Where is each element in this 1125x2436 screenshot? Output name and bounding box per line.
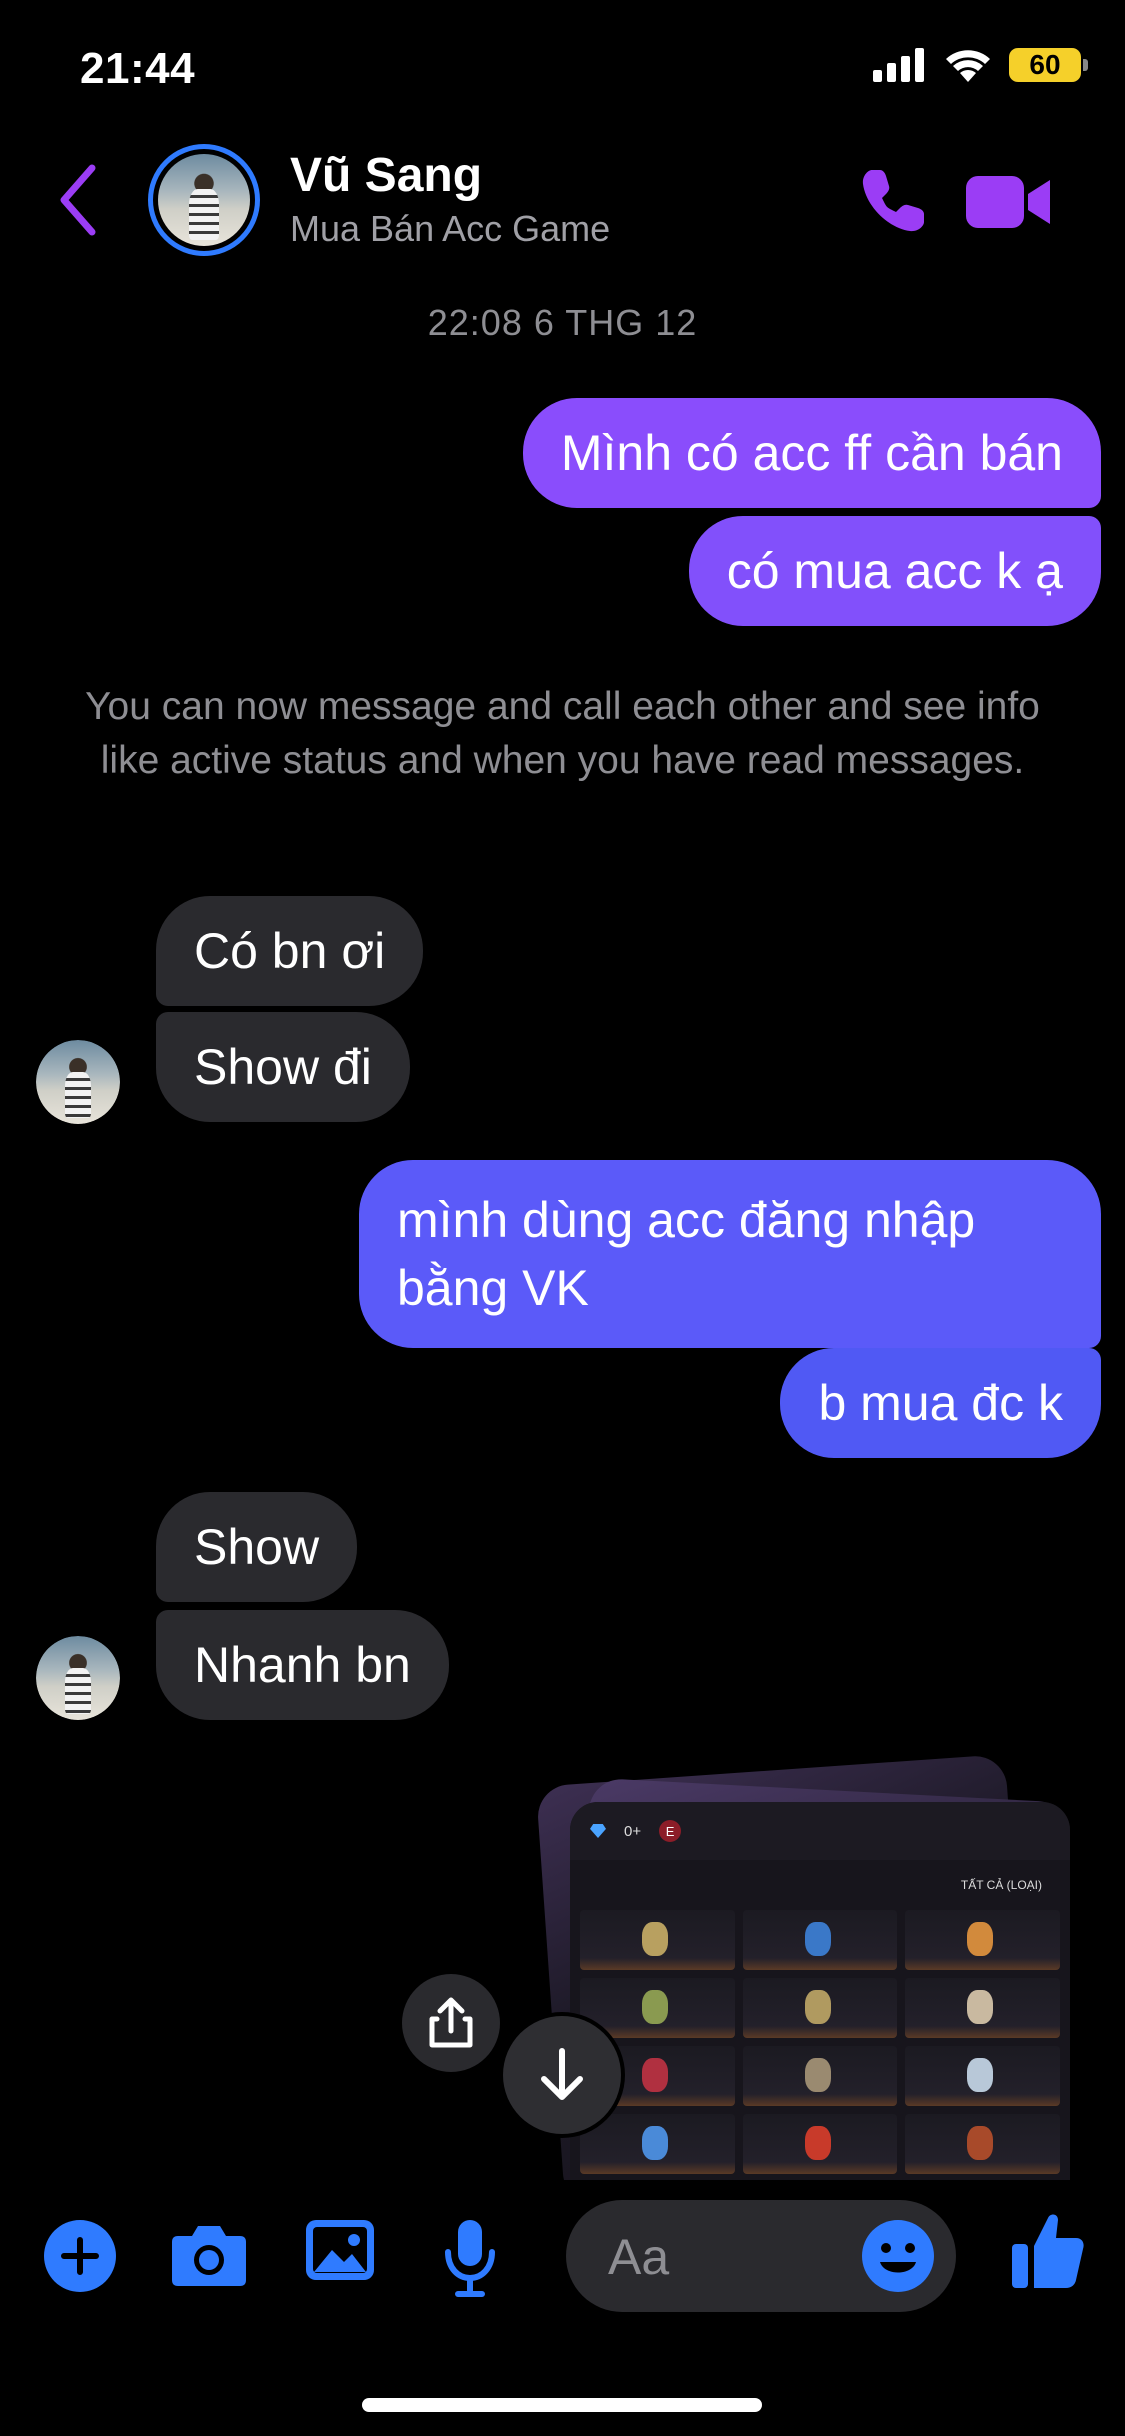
incoming-message[interactable]: Có bn ơi xyxy=(156,896,424,1006)
video-camera-icon[interactable] xyxy=(966,170,1052,234)
item-cell xyxy=(580,1978,735,2038)
incoming-message[interactable]: Show đi xyxy=(156,1012,410,1122)
status-icons: 60 xyxy=(873,48,1088,82)
incoming-message[interactable]: Nhanh bn xyxy=(156,1610,449,1720)
scroll-to-bottom-button[interactable] xyxy=(503,2016,621,2134)
diamond-icon xyxy=(590,1824,606,1838)
message-input[interactable]: Aa xyxy=(566,2200,956,2312)
share-icon xyxy=(429,1997,473,2048)
sender-avatar[interactable] xyxy=(36,1636,120,1720)
item-cell xyxy=(742,2046,898,2106)
contact-subtitle: Mua Bán Acc Game xyxy=(290,208,611,249)
filter-label: TẤT CẢ (LOẠI) xyxy=(960,1878,1042,1892)
conversation-timestamp: 22:08 6 THG 12 xyxy=(427,302,698,343)
status-time: 21:44 xyxy=(80,44,196,93)
sender-avatar[interactable] xyxy=(36,1040,120,1124)
item-grid xyxy=(580,1910,1060,2174)
outgoing-message[interactable]: có mua acc k ạ xyxy=(688,516,1101,626)
avatar-photo xyxy=(36,1040,120,1124)
signal-icon xyxy=(873,48,924,82)
image-card: 0+ E TẤT CẢ (LOẠI) xyxy=(570,1802,1070,2180)
outgoing-message[interactable]: Mình có acc ff cần bán xyxy=(522,398,1101,508)
system-note: You can now message and call each other … xyxy=(85,685,1040,782)
item-cell xyxy=(905,2114,1060,2174)
emoji-icon[interactable] xyxy=(858,2216,938,2296)
tag-badge: E xyxy=(659,1820,682,1842)
message-composer: Aa xyxy=(0,2180,1125,2340)
plus-icon[interactable] xyxy=(44,2220,116,2292)
wifi-icon xyxy=(946,50,990,82)
chevron-left-icon[interactable] xyxy=(52,160,102,240)
battery-level: 60 xyxy=(1029,49,1061,80)
battery-icon: 60 xyxy=(1009,48,1088,82)
image-attachment-stack[interactable]: 0+ E TẤT CẢ (LOẠI) xyxy=(520,1754,1100,2206)
phone-icon[interactable] xyxy=(858,166,928,236)
message-input-placeholder: Aa xyxy=(608,2229,670,2285)
item-cell xyxy=(742,1910,898,1970)
microphone-icon[interactable] xyxy=(442,2218,498,2298)
item-cell xyxy=(905,1978,1060,2038)
item-cell xyxy=(580,2114,735,2174)
chat-header: Vũ Sang Mua Bán Acc Game xyxy=(0,130,1125,270)
outgoing-message[interactable]: b mua đc k xyxy=(780,1348,1101,1458)
camera-icon[interactable] xyxy=(170,2218,248,2290)
item-cell xyxy=(580,1910,735,1970)
currency-value: 0+ xyxy=(624,1822,642,1840)
item-cell xyxy=(742,1978,898,2038)
home-indicator xyxy=(362,2398,762,2412)
avatar-photo xyxy=(158,154,250,246)
item-cell xyxy=(905,1910,1060,1970)
contact-avatar[interactable] xyxy=(148,144,260,256)
game-top-bar: 0+ E xyxy=(570,1802,1070,1860)
contact-name[interactable]: Vũ Sang xyxy=(290,148,482,203)
outgoing-message[interactable]: mình dùng acc đăng nhập bằng VK xyxy=(359,1160,1101,1348)
status-bar: 21:44 60 xyxy=(0,0,1125,130)
thumbs-up-icon[interactable] xyxy=(1010,2210,1086,2290)
avatar-photo xyxy=(36,1636,120,1720)
share-button[interactable] xyxy=(402,1974,500,2072)
photo-icon[interactable] xyxy=(304,2218,376,2282)
item-cell xyxy=(905,2046,1060,2106)
incoming-message[interactable]: Show xyxy=(156,1492,358,1602)
arrow-down-icon xyxy=(541,2048,583,2100)
item-cell xyxy=(742,2114,898,2174)
